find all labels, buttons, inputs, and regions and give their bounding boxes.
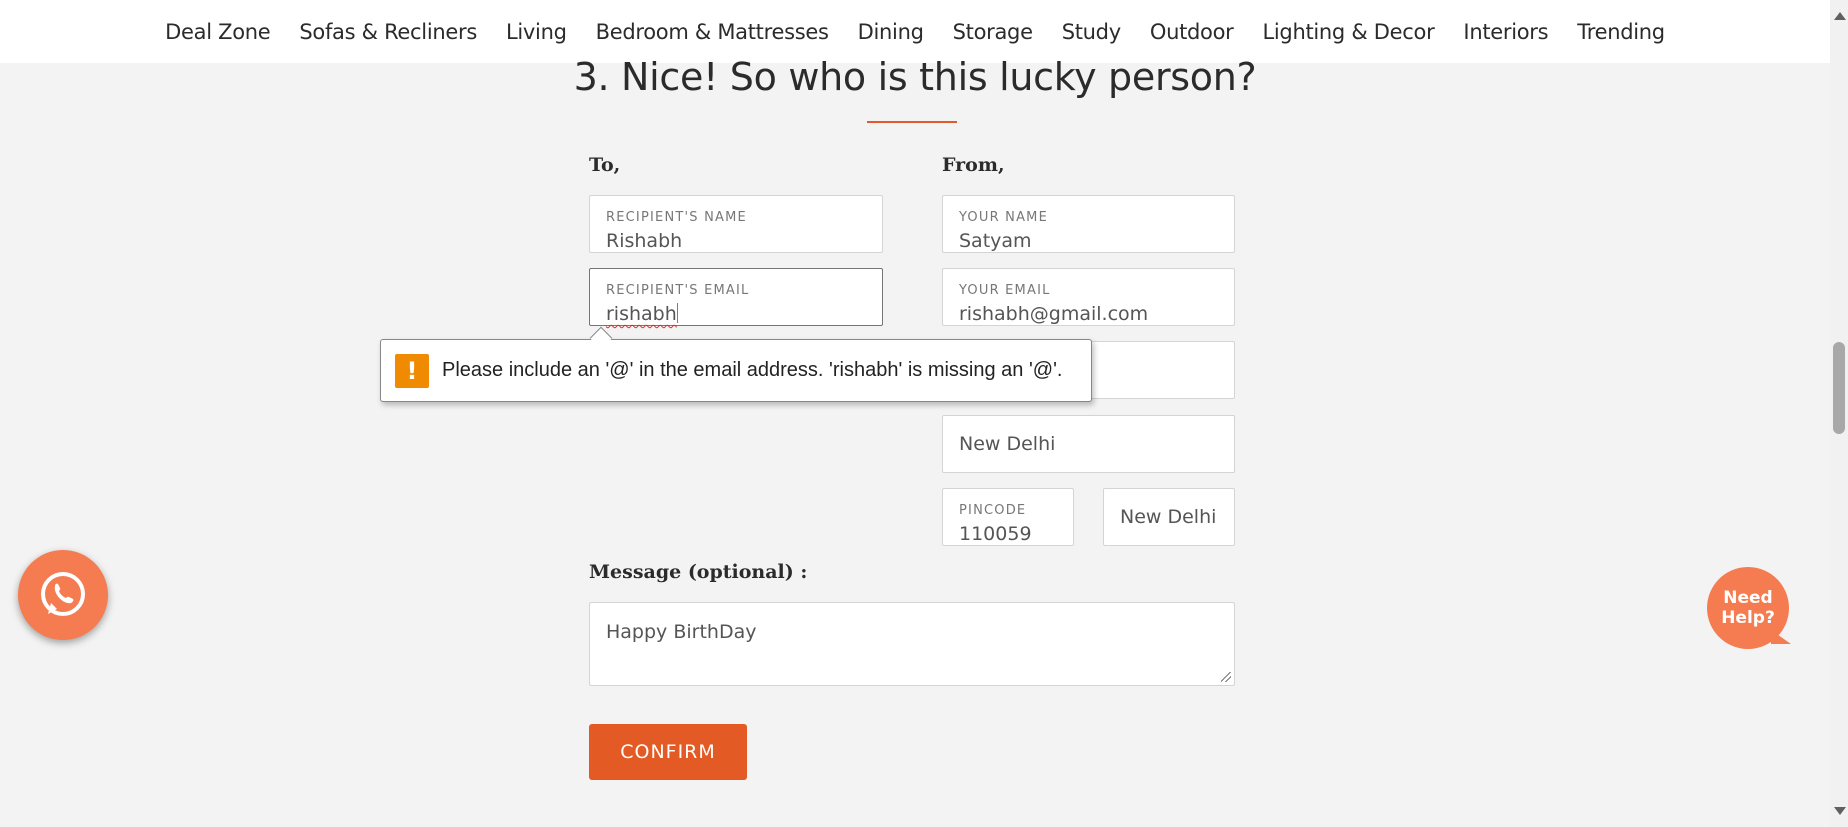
recipient-email-value-wrap: rishabh — [606, 303, 678, 325]
nav-item-outdoor[interactable]: Outdoor — [1150, 20, 1234, 44]
your-name-field[interactable]: YOUR NAME Satyam — [942, 195, 1235, 253]
city-field[interactable]: New Delhi — [942, 415, 1235, 473]
scroll-down-arrow-icon[interactable] — [1834, 807, 1846, 815]
page-scrollbar[interactable] — [1830, 0, 1848, 827]
text-caret — [676, 303, 678, 323]
recipient-email-label: RECIPIENT'S EMAIL — [606, 283, 750, 298]
nav-item-deal-zone[interactable]: Deal Zone — [165, 20, 271, 44]
warning-icon: ! — [395, 353, 429, 388]
need-help-label: Need Help? — [1721, 588, 1775, 628]
need-help-line2: Help? — [1721, 608, 1775, 628]
title-underline-divider — [867, 121, 957, 123]
nav-item-living[interactable]: Living — [506, 20, 567, 44]
nav-item-dining[interactable]: Dining — [858, 20, 924, 44]
nav-item-interiors[interactable]: Interiors — [1463, 20, 1548, 44]
scroll-up-arrow-icon[interactable] — [1834, 12, 1846, 20]
state-field[interactable]: New Delhi — [1103, 488, 1235, 546]
need-help-line1: Need — [1723, 588, 1773, 608]
whatsapp-chat-button[interactable] — [18, 550, 108, 640]
confirm-button[interactable]: CONFIRM — [589, 724, 747, 780]
need-help-button[interactable]: Need Help? — [1707, 567, 1789, 649]
nav-item-bedroom-mattresses[interactable]: Bedroom & Mattresses — [596, 20, 829, 44]
your-name-value: Satyam — [959, 230, 1032, 252]
nav-item-lighting-decor[interactable]: Lighting & Decor — [1262, 20, 1434, 44]
top-navigation: Deal Zone Sofas & Recliners Living Bedro… — [0, 0, 1830, 63]
validation-message: Please include an '@' in the email addre… — [442, 359, 1063, 381]
to-label: To, — [589, 154, 621, 176]
recipient-email-field[interactable]: RECIPIENT'S EMAIL rishabh — [589, 268, 883, 326]
your-name-label: YOUR NAME — [959, 210, 1048, 225]
recipient-email-value: rishabh — [606, 303, 677, 325]
scrollbar-thumb[interactable] — [1833, 342, 1845, 434]
nav-item-storage[interactable]: Storage — [953, 20, 1033, 44]
email-validation-tooltip: ! Please include an '@' in the email add… — [380, 339, 1092, 402]
your-email-field[interactable]: YOUR EMAIL rishabh@gmail.com — [942, 268, 1235, 326]
state-value: New Delhi — [1120, 506, 1217, 528]
nav-item-sofas-recliners[interactable]: Sofas & Recliners — [299, 20, 477, 44]
city-value: New Delhi — [959, 433, 1056, 455]
nav-item-study[interactable]: Study — [1062, 20, 1121, 44]
pincode-field[interactable]: PINCODE 110059 — [942, 488, 1074, 546]
resize-handle-icon[interactable] — [1221, 672, 1231, 682]
from-label: From, — [942, 154, 1005, 176]
recipient-name-field[interactable]: RECIPIENT'S NAME Rishabh — [589, 195, 883, 253]
message-value: Happy BirthDay — [606, 621, 757, 643]
your-email-value: rishabh@gmail.com — [959, 303, 1149, 325]
your-email-label: YOUR EMAIL — [959, 283, 1051, 298]
message-label: Message (optional) : — [589, 561, 808, 583]
nav-item-trending[interactable]: Trending — [1577, 20, 1665, 44]
page-title: 3. Nice! So who is this lucky person? — [573, 55, 1257, 99]
message-textarea[interactable]: Happy BirthDay — [589, 602, 1235, 686]
recipient-name-value: Rishabh — [606, 230, 683, 252]
pincode-label: PINCODE — [959, 503, 1027, 518]
pincode-value: 110059 — [959, 523, 1032, 545]
whatsapp-icon — [41, 572, 85, 616]
recipient-name-label: RECIPIENT'S NAME — [606, 210, 747, 225]
